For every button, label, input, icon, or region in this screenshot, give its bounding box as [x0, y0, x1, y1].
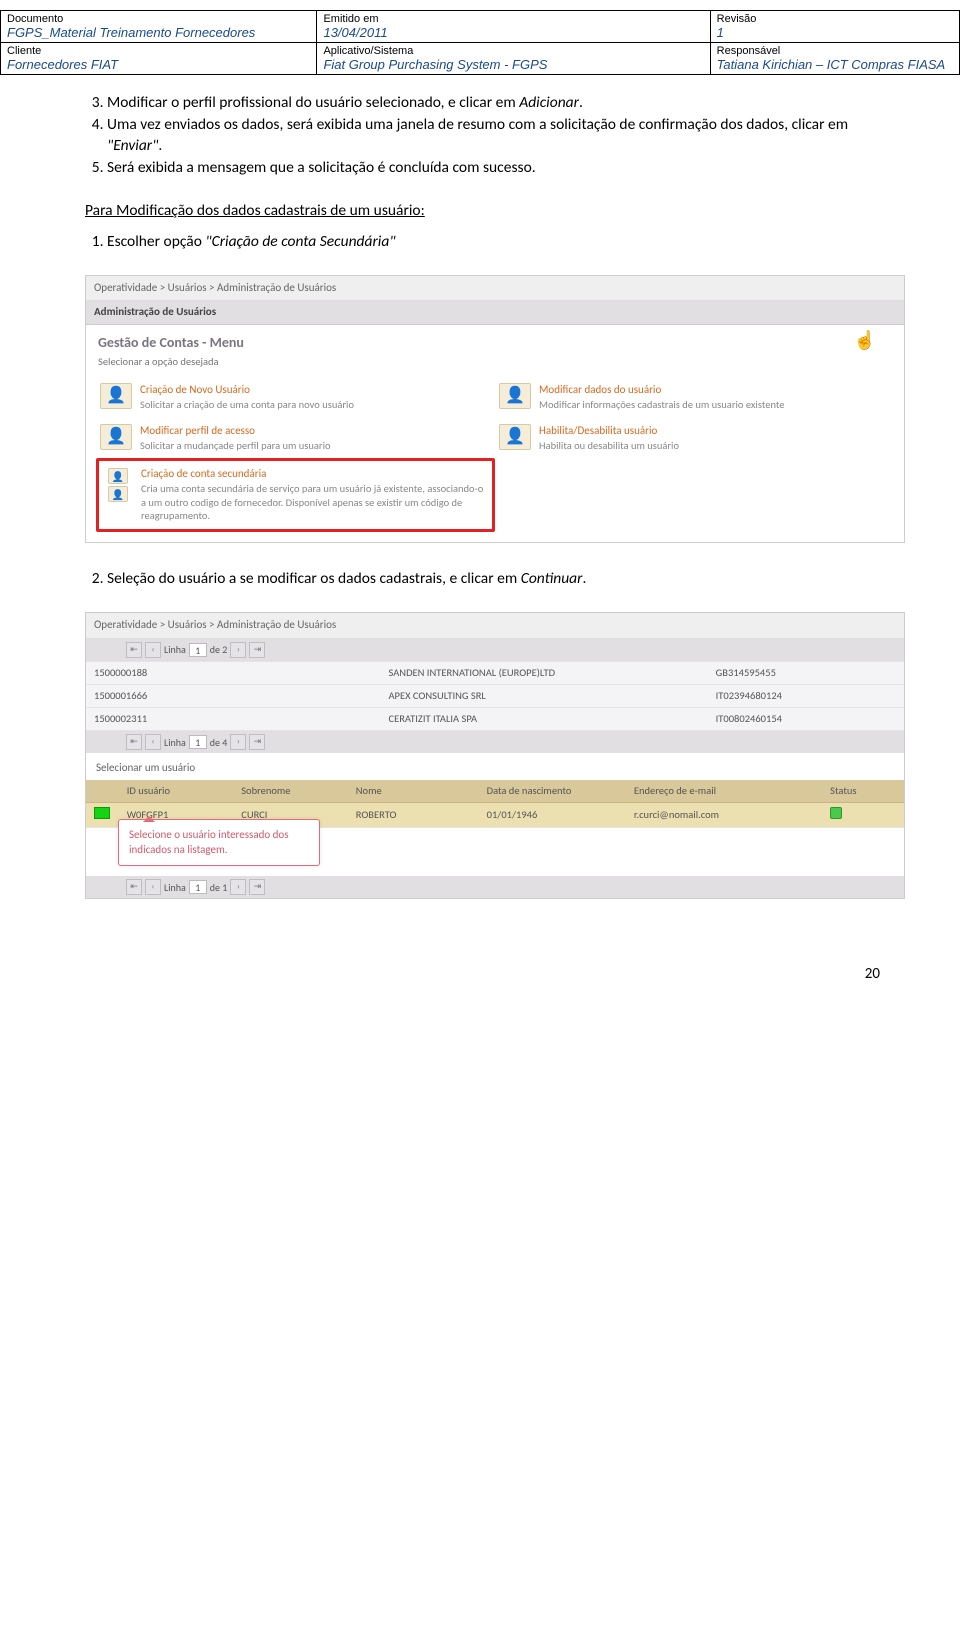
- hdr-resp-label: Responsável: [717, 45, 953, 57]
- pager-last-icon[interactable]: ⇥: [249, 734, 265, 750]
- instruction-5: Será exibida a mensagem que a solicitaçã…: [107, 158, 905, 179]
- hdr-resp-value: Tatiana Kirichian – ICT Compras FIASA: [717, 57, 953, 72]
- table-row[interactable]: 1500001666 APEX CONSULTING SRL IT0239468…: [86, 684, 904, 707]
- status-active-icon: [830, 807, 842, 819]
- hdr-doc-value: FGPS_Material Treinamento Fornecedores: [7, 25, 310, 40]
- pager-next-icon[interactable]: ›: [230, 734, 246, 750]
- pager-2: ⇤ ‹ Linha 1 de 4 › ⇥: [86, 731, 904, 753]
- th-status: Status: [822, 780, 904, 803]
- pager-input[interactable]: 1: [189, 735, 207, 749]
- profile-edit-icon: 👤: [100, 424, 132, 450]
- hdr-client-label: Cliente: [7, 45, 310, 57]
- pager-1: ⇤ ‹ Linha 1 de 2 › ⇥: [86, 639, 904, 661]
- user-add-icon: 👤: [100, 383, 132, 409]
- pager-prev-icon[interactable]: ‹: [145, 879, 161, 895]
- th-surname: Sobrenome: [233, 780, 348, 803]
- screenshot-gestao-contas: ☝ Operatividade > Usuários > Administraç…: [85, 275, 905, 543]
- table-row[interactable]: 1500002311 CERATIZIT ITALIA SPA IT008024…: [86, 708, 904, 731]
- th-dob: Data de nascimento: [479, 780, 626, 803]
- step-1: Escolher opção "Criação de conta Secundá…: [107, 232, 905, 253]
- section-title-modify-user: Para Modificação dos dados cadastrais de…: [85, 201, 905, 222]
- pager-prev-icon[interactable]: ‹: [145, 642, 161, 658]
- panel-subtitle: Selecionar a opção desejada: [86, 355, 904, 377]
- menu-modify-data[interactable]: 👤 Modificar dados do usuário Modificar i…: [495, 377, 894, 417]
- pager-last-icon[interactable]: ⇥: [249, 879, 265, 895]
- hdr-app-label: Aplicativo/Sistema: [323, 45, 703, 57]
- hdr-app-value: Fiat Group Purchasing System - FGPS: [323, 57, 703, 72]
- th-id: ID usuário: [119, 780, 234, 803]
- secondary-account-icon: 👤👤: [103, 467, 133, 503]
- menu-grid: 👤 Criação de Novo Usuário Solicitar a cr…: [86, 377, 904, 542]
- pager-3: ⇤ ‹ Linha 1 de 1 › ⇥: [86, 876, 904, 898]
- hdr-rev-value: 1: [717, 25, 953, 40]
- pager-input[interactable]: 1: [189, 643, 207, 657]
- user-edit-icon: 👤: [499, 383, 531, 409]
- cursor-icon: ☝: [854, 328, 876, 352]
- tab-admin-usuarios[interactable]: Administração de Usuários: [86, 301, 904, 325]
- hdr-doc-label: Documento: [7, 13, 310, 25]
- breadcrumb: Operatividade > Usuários > Administração…: [86, 276, 904, 302]
- instruction-4: Uma vez enviados os dados, será exibida …: [107, 115, 905, 157]
- instruction-list-345: Modificar o perfil profissional do usuár…: [85, 93, 905, 179]
- doc-header-table: Documento FGPS_Material Treinamento Forn…: [0, 10, 960, 75]
- pager-prev-icon[interactable]: ‹: [145, 734, 161, 750]
- table-row[interactable]: 1500000188 SANDEN INTERNATIONAL (EUROPE)…: [86, 661, 904, 684]
- instruction-list-1: Escolher opção "Criação de conta Secundá…: [85, 232, 905, 253]
- instruction-list-2: Seleção do usuário a se modificar os dad…: [85, 569, 905, 590]
- page-number: 20: [0, 925, 960, 1003]
- screenshot-user-selection: Operatividade > Usuários > Administração…: [85, 612, 905, 900]
- th-email: Endereço de e-mail: [626, 780, 822, 803]
- breadcrumb-2: Operatividade > Usuários > Administração…: [86, 613, 904, 639]
- hdr-rev-label: Revisão: [717, 13, 953, 25]
- menu-create-secondary[interactable]: 👤👤 Criação de conta secundária Cria uma …: [96, 458, 495, 532]
- panel-title: Gestão de Contas - Menu: [86, 325, 904, 355]
- menu-enable-disable[interactable]: 👤 Habilita/Desabilita usuário Habilita o…: [495, 418, 894, 458]
- step-2: Seleção do usuário a se modificar os dad…: [107, 569, 905, 590]
- th-name: Nome: [348, 780, 479, 803]
- pager-last-icon[interactable]: ⇥: [249, 642, 265, 658]
- pager-next-icon[interactable]: ›: [230, 879, 246, 895]
- hdr-client-value: Fornecedores FIAT: [7, 57, 310, 72]
- pager-first-icon[interactable]: ⇤: [126, 734, 142, 750]
- menu-modify-profile[interactable]: 👤 Modificar perfil de acesso Solicitar a…: [96, 418, 495, 458]
- hdr-date-label: Emitido em: [323, 13, 703, 25]
- row-selector[interactable]: [94, 807, 110, 819]
- select-user-label: Selecionar um usuário: [86, 753, 904, 780]
- hdr-date-value: 13/04/2011: [323, 25, 703, 40]
- instruction-3: Modificar o perfil profissional do usuár…: [107, 93, 905, 114]
- pager-first-icon[interactable]: ⇤: [126, 879, 142, 895]
- menu-create-user[interactable]: 👤 Criação de Novo Usuário Solicitar a cr…: [96, 377, 495, 417]
- toggle-user-icon: 👤: [499, 424, 531, 450]
- callout-select-user: Selecione o usuário interessado dos indi…: [118, 819, 320, 867]
- supplier-table: 1500000188 SANDEN INTERNATIONAL (EUROPE)…: [86, 661, 904, 732]
- pager-next-icon[interactable]: ›: [230, 642, 246, 658]
- document-body: Modificar o perfil profissional do usuár…: [0, 75, 960, 899]
- pager-first-icon[interactable]: ⇤: [126, 642, 142, 658]
- pager-input[interactable]: 1: [189, 880, 207, 894]
